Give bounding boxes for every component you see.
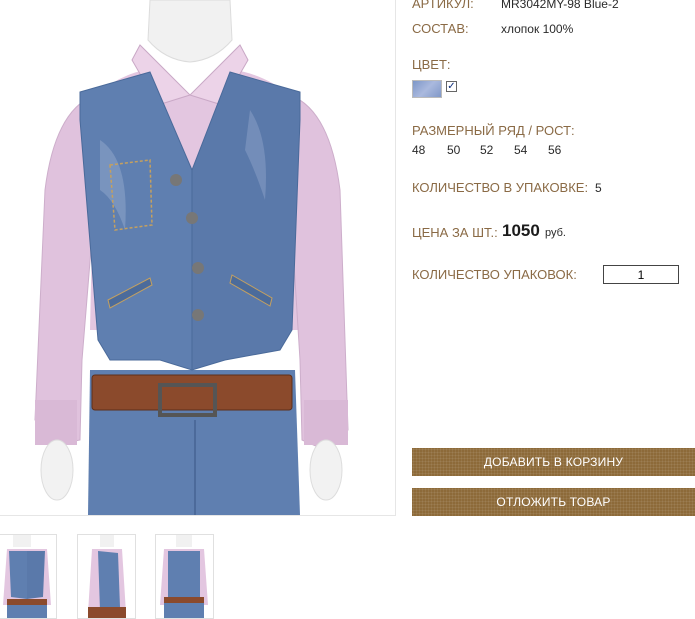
price-currency: руб. xyxy=(545,227,566,239)
article-label: АРТИКУЛ: xyxy=(412,0,474,11)
color-swatch[interactable] xyxy=(412,80,442,98)
pack-quantity-label: КОЛИЧЕСТВО В УПАКОВКЕ: xyxy=(412,180,589,195)
thumbnail-back[interactable] xyxy=(155,534,214,619)
size-48: 48 xyxy=(412,143,426,157)
price-label: ЦЕНА ЗА ШТ.: xyxy=(412,225,498,240)
thumbnail-front[interactable] xyxy=(0,534,57,619)
product-main-photo[interactable] xyxy=(0,0,396,516)
mannequin-photo xyxy=(34,0,349,515)
size-label: РАЗМЕРНЫЙ РЯД / РОСТ: xyxy=(412,123,575,138)
size-52: 52 xyxy=(480,143,494,157)
postpone-button[interactable]: ОТЛОЖИТЬ ТОВАР xyxy=(412,488,695,516)
composition-value: хлопок 100% xyxy=(501,22,574,36)
thumbnail-side[interactable] xyxy=(77,534,136,619)
size-56: 56 xyxy=(548,143,562,157)
price-value: 1050 xyxy=(502,221,540,240)
packs-quantity-label: КОЛИЧЕСТВО УПАКОВОК: xyxy=(412,267,577,282)
product-info-panel: АРТИКУЛ: MR3042MY-98 Blue-2 СОСТАВ: хлоп… xyxy=(412,0,695,617)
add-to-cart-button[interactable]: ДОБАВИТЬ В КОРЗИНУ xyxy=(412,448,695,476)
color-label: ЦВЕТ: xyxy=(412,57,451,72)
checkbox-icon[interactable]: ✓ xyxy=(446,81,457,92)
size-54: 54 xyxy=(514,143,528,157)
article-value: MR3042MY-98 Blue-2 xyxy=(501,0,619,11)
size-50: 50 xyxy=(447,143,461,157)
pack-quantity-value: 5 xyxy=(595,181,602,195)
packs-quantity-input[interactable] xyxy=(603,265,679,284)
composition-label: СОСТАВ: xyxy=(412,21,469,36)
